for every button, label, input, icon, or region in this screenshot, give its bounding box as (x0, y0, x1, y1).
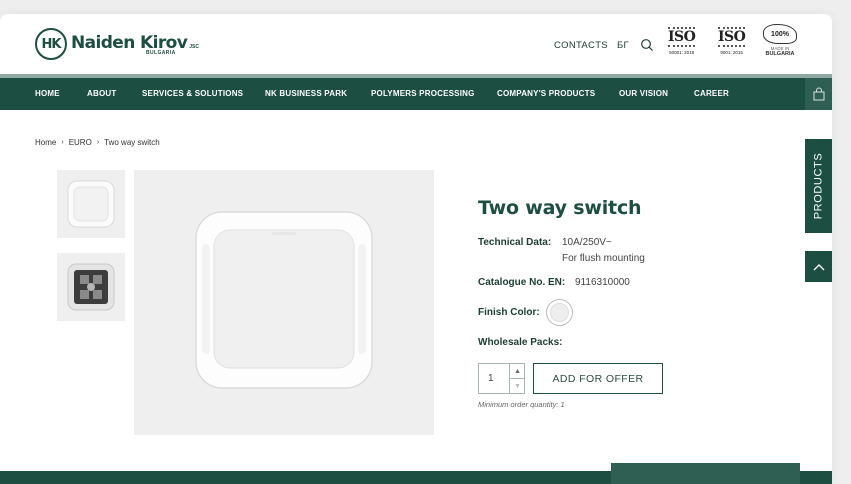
switch-back-image (67, 263, 115, 311)
products-side-tab-label: PRODUCTS (812, 152, 825, 220)
bulgaria-map-icon: 100% (763, 24, 797, 44)
chevron-right-icon: › (61, 139, 64, 146)
logo-country: BULGARIA (146, 49, 176, 56)
nav-item-business-park[interactable]: NK BUSINESS PARK (265, 89, 347, 98)
finish-color-swatch[interactable] (546, 299, 573, 326)
quantity-increase-button[interactable]: ▲ (509, 364, 525, 379)
chevron-down-icon: ▼ (514, 383, 521, 390)
iso-badge-text: ISO (668, 27, 696, 47)
iso-50001-badge: ISO 50001: 2018 (668, 27, 696, 55)
product-main-image (134, 170, 434, 435)
product-thumbnail-back[interactable] (57, 253, 125, 321)
quantity-input[interactable]: 1 (488, 373, 494, 384)
technical-data-mounting: For flush mounting (562, 253, 645, 264)
technical-data-value: 10A/250V~ (562, 237, 612, 248)
nav-item-career[interactable]: CAREER (694, 89, 729, 98)
site-header: HK Naiden Kirov JSC BULGARIA CONTACTS БГ… (0, 14, 832, 76)
main-nav: HOME ABOUT SERVICES & SOLUTIONS NK BUSIN… (0, 78, 832, 110)
breadcrumb-home[interactable]: Home (35, 138, 56, 147)
nav-item-polymers[interactable]: POLYMERS PROCESSING (371, 89, 475, 98)
company-logo[interactable]: HK Naiden Kirov JSC BULGARIA (35, 27, 199, 61)
search-icon[interactable] (640, 38, 654, 52)
technical-data-label: Technical Data: (478, 237, 552, 248)
top-links: CONTACTS БГ (554, 38, 654, 52)
breadcrumb: Home › EURO › Two way switch (35, 138, 160, 147)
iso-badge-sub: 9001: 2015 (720, 50, 743, 55)
nav-item-vision[interactable]: OUR VISION (619, 89, 668, 98)
chevron-right-icon: › (96, 139, 100, 146)
iso-badge-sub: 50001: 2018 (669, 50, 695, 55)
made-in-bulgaria-badge: 100% MADE IN BULGARIA (763, 24, 797, 57)
switch-front-image (67, 180, 115, 228)
product-title: Two way switch (478, 197, 642, 219)
nav-item-home[interactable]: HOME (35, 89, 60, 98)
quantity-stepper: 1 ▲ ▼ (478, 363, 525, 394)
iso-badge-text: ISO (718, 27, 746, 47)
breadcrumb-current: Two way switch (104, 138, 160, 147)
catalogue-label: Catalogue No. EN: (478, 277, 566, 288)
products-side-tab[interactable]: PRODUCTS (805, 139, 832, 233)
catalogue-value: 9116310000 (575, 277, 630, 288)
logo-text: Naiden Kirov JSC BULGARIA (71, 33, 199, 56)
finish-color-fill (550, 303, 569, 322)
nav-item-about[interactable]: ABOUT (87, 89, 116, 98)
minimum-order-note: Minimum order quantity: 1 (478, 400, 565, 409)
chevron-up-icon (813, 263, 824, 270)
nav-item-services[interactable]: SERVICES & SOLUTIONS (142, 89, 243, 98)
language-switch[interactable]: БГ (617, 40, 629, 51)
wholesale-packs-label: Wholesale Packs: (478, 337, 563, 348)
made-in-country: BULGARIA (765, 51, 795, 57)
contacts-link[interactable]: CONTACTS (554, 40, 608, 51)
scroll-to-top-button[interactable] (805, 251, 832, 282)
browser-window: HK Naiden Kirov JSC BULGARIA CONTACTS БГ… (0, 14, 832, 484)
finish-color-label: Finish Color: (478, 307, 540, 318)
cart-button[interactable] (805, 78, 832, 110)
product-thumbnail-front[interactable] (57, 170, 125, 238)
add-for-offer-button[interactable]: ADD FOR OFFER (533, 363, 663, 394)
two-way-switch-image (195, 211, 373, 389)
chevron-up-icon: ▲ (514, 367, 521, 375)
nav-item-products[interactable]: COMPANY'S PRODUCTS (497, 89, 595, 98)
footer-block (611, 463, 800, 484)
breadcrumb-category[interactable]: EURO (69, 138, 92, 147)
shopping-bag-icon (813, 87, 824, 101)
iso-9001-badge: ISO 9001: 2015 (718, 27, 746, 55)
logo-mark: HK (35, 28, 67, 60)
quantity-decrease-button[interactable]: ▼ (509, 379, 525, 394)
